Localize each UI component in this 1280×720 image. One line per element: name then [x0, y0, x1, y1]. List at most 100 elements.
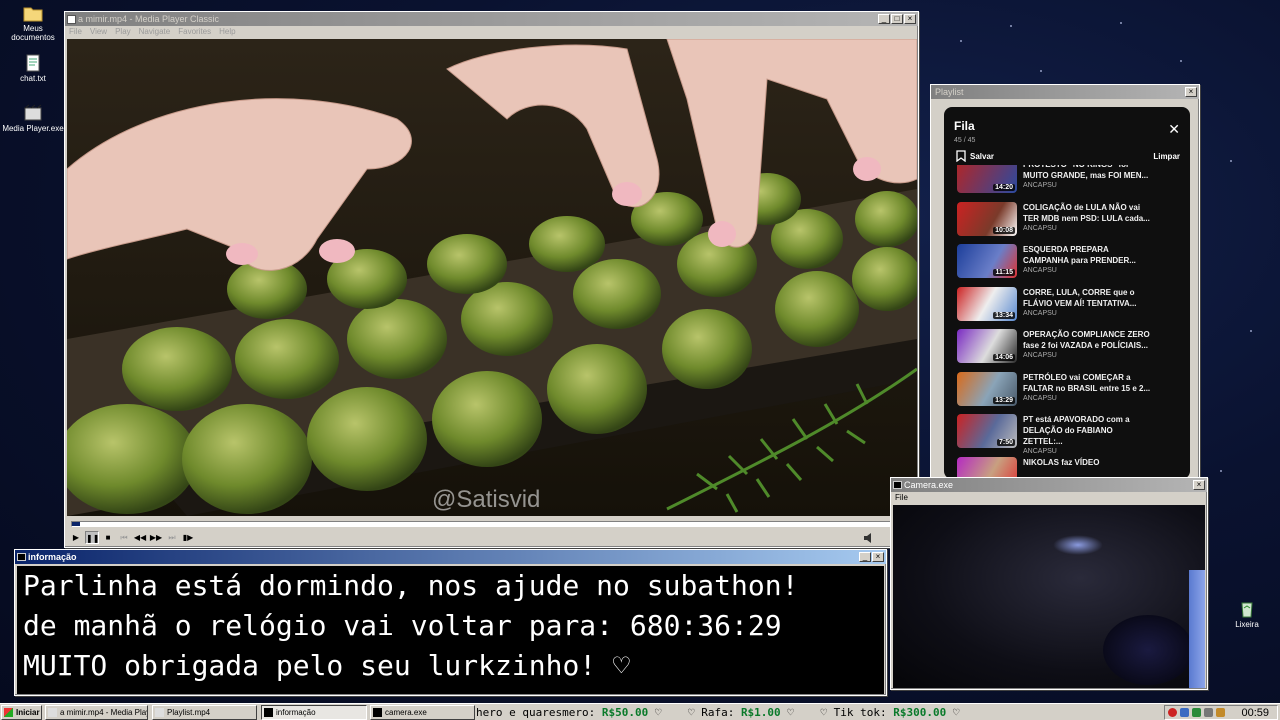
queue-item[interactable]: 11:15 ESQUERDA PREPARA CAMPANHA para PRE… [957, 244, 1153, 278]
menu-navigate[interactable]: Navigate [139, 27, 171, 37]
task-label: camera.exe [385, 708, 427, 717]
seek-bar[interactable] [71, 521, 913, 527]
ticker-amount: R$300.00 [893, 706, 947, 719]
previous-button[interactable]: ⏮ [117, 531, 131, 544]
media-player-window: a mimir.mp4 - Media Player Classic _ □ ×… [64, 11, 919, 548]
shield-icon[interactable] [1216, 708, 1225, 717]
menu-file[interactable]: File [69, 27, 82, 37]
task-info[interactable]: informação [261, 705, 367, 720]
channel-name: ANCAPSU [1023, 395, 1057, 402]
desktop-icon-media-player[interactable]: Media Player.exe [2, 104, 64, 133]
app-icon [48, 708, 57, 717]
desktop-icon-label: chat.txt [20, 74, 46, 83]
clock[interactable]: 00:59 [1241, 707, 1269, 719]
info-line: de manhã o relógio vai voltar para: 680:… [23, 609, 782, 642]
fast-forward-button[interactable]: ▶▶ [149, 531, 163, 544]
ticker-amount: R$50.00 [601, 706, 649, 719]
queue-item[interactable]: 10:08 COLIGAÇÃO de LULA NÃO vai TER MDB … [957, 202, 1153, 236]
system-tray: 00:59 [1164, 705, 1278, 720]
save-button[interactable]: Salvar [956, 150, 994, 162]
task-camera[interactable]: camera.exe [370, 705, 475, 720]
desktop-icon-label: Meus documentos [11, 24, 55, 42]
ticker-text: ♡ [780, 706, 814, 719]
ticker-text: ♡ Rafa: [687, 706, 741, 719]
menu-favorites[interactable]: Favorites [178, 27, 211, 37]
minimize-button[interactable]: _ [878, 14, 890, 24]
duration-badge: 14:06 [993, 354, 1015, 361]
speaker-icon[interactable] [1204, 708, 1213, 717]
close-button[interactable]: × [872, 552, 884, 562]
desktop-icon-recycle-bin[interactable]: Lixeira [1216, 600, 1278, 629]
queue-close-icon[interactable]: ✕ [1168, 122, 1180, 136]
camera-screen [1189, 570, 1205, 688]
video-thumbnail: 13:34 [957, 287, 1017, 321]
video-image: @Satisvid [67, 39, 917, 516]
task-media-player[interactable]: a mimir.mp4 - Media Playe... [45, 705, 148, 720]
close-button[interactable]: × [1185, 87, 1197, 97]
antivirus-icon[interactable] [1168, 708, 1177, 717]
display-icon[interactable] [1192, 708, 1201, 717]
play-button[interactable]: ▶ [69, 531, 83, 544]
media-player-titlebar[interactable]: a mimir.mp4 - Media Player Classic _ □ × [65, 12, 918, 26]
menu-view[interactable]: View [90, 27, 107, 37]
info-panel: Parlinha está dormindo, nos ajude no sub… [17, 566, 884, 694]
task-playlist[interactable]: Playlist.mp4 [152, 705, 257, 720]
video-frame[interactable]: @Satisvid [67, 39, 917, 516]
donation-ticker: hero e quaresmero: R$50.00 ♡ ♡ Rafa: R$1… [476, 705, 1166, 720]
pause-button[interactable]: ❚❚ [85, 531, 99, 544]
ticker-amount: R$1.00 [740, 706, 781, 719]
playlist-titlebar[interactable]: Playlist × [931, 85, 1199, 99]
maximize-button[interactable]: □ [891, 14, 903, 24]
queue-item[interactable]: 13:29 PETRÓLEO vai COMEÇAR a FALTAR no B… [957, 372, 1153, 406]
playback-controls: ▶ ❚❚ ■ ⏮ ◀◀ ▶▶ ⏭ ▮▶ [69, 531, 195, 544]
queue-item[interactable]: 7:50 PT está APAVORADO com a DELAÇÃO do … [957, 414, 1153, 455]
app-icon [155, 708, 164, 717]
taskbar: Iniciar a mimir.mp4 - Media Playe... Pla… [0, 703, 1280, 720]
desktop-icon-documents[interactable]: Meus documentos [2, 4, 64, 42]
duration-badge: 11:15 [993, 269, 1015, 276]
stop-button[interactable]: ■ [101, 531, 115, 544]
info-window: informação _ × Parlinha está dormindo, n… [14, 549, 887, 696]
task-label: a mimir.mp4 - Media Playe... [60, 708, 147, 717]
info-titlebar[interactable]: informação _ × [15, 550, 886, 564]
text-file-icon [26, 54, 40, 72]
video-title: NIKOLAS faz VÍDEO [1023, 458, 1100, 467]
camera-figure [1103, 615, 1193, 685]
video-title: PROTESTO "NO KINGS" foi MUITO GRANDE, ma… [1023, 165, 1149, 180]
queue-item[interactable]: 14:06 OPERAÇÃO COMPLIANCE ZERO fase 2 fo… [957, 329, 1153, 363]
app-icon [373, 708, 382, 717]
menu-help[interactable]: Help [219, 27, 235, 37]
camera-titlebar[interactable]: Camera.exe × [891, 478, 1207, 492]
app-icon [893, 481, 902, 489]
volume-icon[interactable] [863, 532, 875, 544]
clear-button[interactable]: Limpar [1153, 152, 1180, 161]
close-button[interactable]: × [904, 14, 916, 24]
app-icon [67, 14, 76, 24]
start-button[interactable]: Iniciar [1, 705, 42, 720]
camera-feed [893, 505, 1205, 688]
start-label: Iniciar [16, 708, 40, 717]
frame-step-button[interactable]: ▮▶ [181, 531, 195, 544]
camera-window: Camera.exe × File [890, 477, 1208, 690]
queue-item[interactable]: 14:20 PROTESTO "NO KINGS" foi MUITO GRAN… [957, 165, 1153, 193]
rewind-button[interactable]: ◀◀ [133, 531, 147, 544]
video-thumbnail: 14:06 [957, 329, 1017, 363]
next-button[interactable]: ⏭ [165, 531, 179, 544]
task-label: informação [276, 708, 316, 717]
video-title: PT está APAVORADO com a DELAÇÃO do FABIA… [1023, 415, 1130, 446]
duration-badge: 13:34 [993, 312, 1015, 319]
duration-badge: 13:29 [993, 397, 1015, 404]
menu-play[interactable]: Play [115, 27, 131, 37]
network-icon[interactable] [1180, 708, 1189, 717]
channel-name: ANCAPSU [1023, 310, 1057, 317]
close-button[interactable]: × [1193, 480, 1205, 490]
minimize-button[interactable]: _ [859, 552, 871, 562]
info-line: Parlinha está dormindo, nos ajude no sub… [23, 569, 799, 602]
queue-item[interactable]: NIKOLAS faz VÍDEO [957, 457, 1153, 479]
queue-list: 14:20 PROTESTO "NO KINGS" foi MUITO GRAN… [944, 165, 1190, 479]
desktop-icon-chat[interactable]: chat.txt [2, 54, 64, 83]
desktop-icon-label: Lixeira [1235, 620, 1259, 629]
queue-item[interactable]: 13:34 CORRE, LULA, CORRE que o FLÁVIO VE… [957, 287, 1153, 321]
media-player-icon [24, 104, 42, 121]
menu-file[interactable]: File [895, 493, 908, 503]
